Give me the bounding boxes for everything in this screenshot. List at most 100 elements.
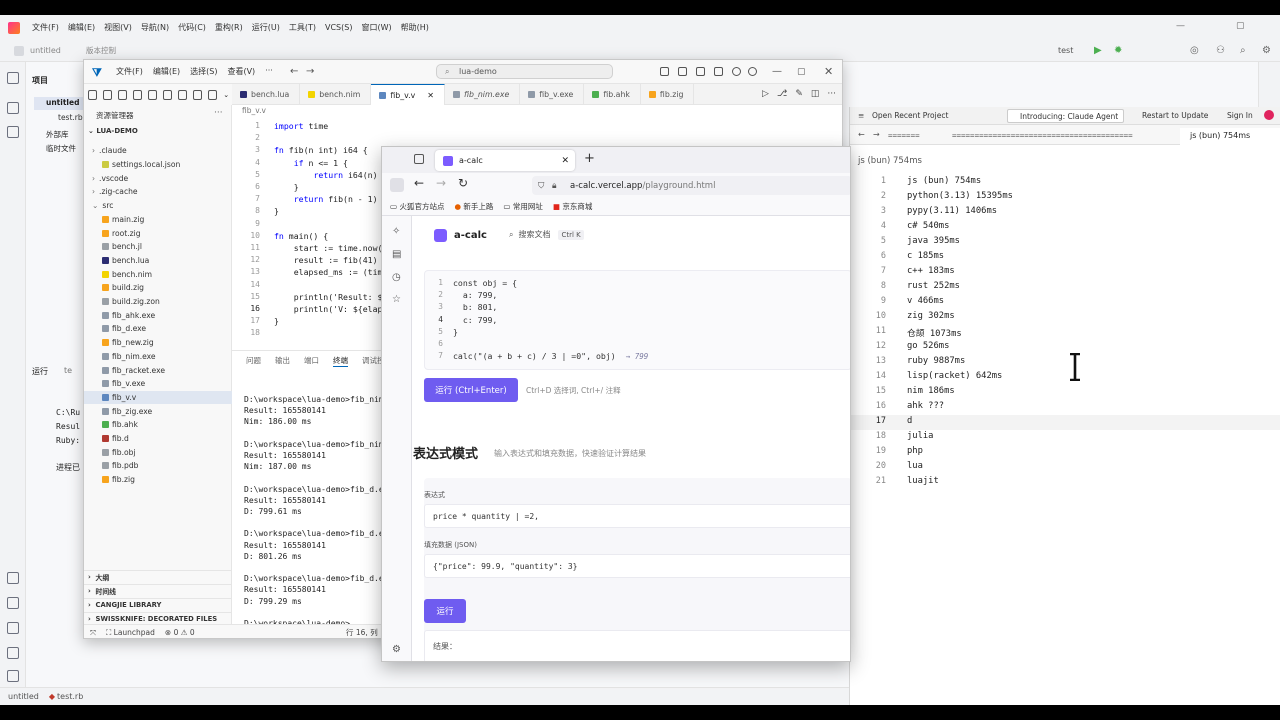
settings-icon[interactable]: ⚙ <box>392 644 401 655</box>
ide-menu-item[interactable]: 导航(N) <box>141 23 169 32</box>
file-tree-item[interactable]: fib_zig.exe <box>84 404 232 418</box>
testing-icon[interactable] <box>193 89 203 100</box>
back-icon[interactable]: ← <box>858 130 865 139</box>
file-tree-item[interactable]: fib_v.exe <box>84 377 232 391</box>
terminal-tool-icon[interactable] <box>7 622 19 634</box>
outline-section[interactable]: › 大纲 <box>84 570 232 584</box>
file-tree-item[interactable]: fib_new.zig <box>84 336 232 350</box>
file-tree-item[interactable]: bench.jl <box>84 240 232 254</box>
search-icon[interactable]: ⌕ <box>1240 45 1246 56</box>
tab-3-active[interactable]: js (bun) 754ms <box>1180 128 1280 145</box>
command-center-search[interactable]: ⌕ lua-demo <box>436 64 613 79</box>
vscode-menu-item[interactable]: 查看(V) <box>227 66 255 77</box>
file-tree-item[interactable]: fib.zig <box>84 473 232 487</box>
run-debug-icon[interactable] <box>148 89 158 100</box>
editor-tab[interactable]: fib_v.exe <box>520 84 585 105</box>
maximize-icon[interactable]: ▢ <box>797 67 806 77</box>
panel-tab[interactable]: 输出 <box>275 355 290 367</box>
vscode-menu-item[interactable]: 文件(F) <box>116 66 143 77</box>
ai-sparkle-icon[interactable]: ✧ <box>392 226 400 237</box>
maximize-icon[interactable]: ▢ <box>1236 21 1245 31</box>
tab-2[interactable]: ======================================== <box>952 131 1167 140</box>
file-tree-item[interactable]: settings.local.json <box>84 158 232 172</box>
run-expression-button[interactable]: 运行 <box>424 599 466 623</box>
tree-item-external-libs[interactable]: 外部库 <box>46 129 69 140</box>
panel-tab[interactable]: 问题 <box>246 355 261 367</box>
ide-menu-item[interactable]: 代码(C) <box>178 23 206 32</box>
split-editor-icon[interactable]: ◫ <box>811 89 820 99</box>
new-tab-icon[interactable]: + <box>584 151 595 166</box>
run-config[interactable]: test <box>1058 46 1073 55</box>
ide-menu-item[interactable]: 文件(F) <box>32 23 59 32</box>
ide-menu-item[interactable]: 视图(V) <box>104 23 132 32</box>
file-tree-item[interactable]: root.zig <box>84 226 232 240</box>
services-tool-icon[interactable] <box>7 597 19 609</box>
vcs-tool-icon[interactable] <box>7 670 19 682</box>
layout-custom-icon[interactable] <box>714 67 723 76</box>
vscode-menu-item[interactable]: ··· <box>265 66 273 77</box>
layout-sidebar-icon[interactable] <box>660 67 669 76</box>
editor-tab[interactable]: fib_v.v ✕ <box>371 84 445 105</box>
commit-tool-icon[interactable] <box>7 126 19 138</box>
tree-item-untitled[interactable]: untitled <box>46 98 79 107</box>
status-project[interactable]: untitled <box>8 692 39 701</box>
editor-tab[interactable]: bench.nim <box>300 84 372 105</box>
back-icon[interactable]: ← <box>290 66 298 77</box>
search-icon[interactable] <box>118 89 128 100</box>
playground-code-editor[interactable]: 1 const obj = {2 a: 799, 3 b: 801, 4 c: 799… <box>424 270 850 370</box>
layout-secondary-icon[interactable] <box>696 67 705 76</box>
editor-tab[interactable]: fib.ahk <box>584 84 641 105</box>
tabs-icon[interactable]: ▤ <box>392 249 401 260</box>
file-tree-item[interactable]: build.zig.zon <box>84 295 232 309</box>
run-tool-icon[interactable] <box>7 572 19 584</box>
project-tool-icon[interactable] <box>7 72 19 84</box>
run-code-button[interactable]: 运行 (Ctrl+Enter) <box>424 378 518 402</box>
tree-item-test-rb[interactable]: test.rb <box>58 113 83 122</box>
close-icon[interactable]: ✕ <box>824 65 833 78</box>
problems-status[interactable]: ⊗ 0 ⚠ 0 <box>165 628 195 637</box>
extensions-icon[interactable] <box>163 89 173 100</box>
claude-notification[interactable]: Introducing: Claude Agent <box>1007 109 1124 123</box>
fill-data-input[interactable]: {"price": 99.9, "quantity": 3} <box>424 554 850 578</box>
ide-menu-item[interactable]: 窗口(W) <box>361 23 391 32</box>
file-tree-item[interactable]: fib_nim.exe <box>84 350 232 364</box>
file-tree-item[interactable]: › .zig-cache <box>84 185 232 199</box>
source-control-icon[interactable] <box>133 89 143 100</box>
shield-icon[interactable]: ⛉ <box>538 181 544 191</box>
ide-menu-item[interactable]: 重构(R) <box>215 23 243 32</box>
a-calc-brand[interactable]: a-calc <box>434 229 487 242</box>
remote-indicator-icon[interactable]: ⤧ <box>90 628 96 638</box>
close-icon[interactable]: ✕ <box>427 91 434 100</box>
ide-menu-item[interactable]: 编辑(E) <box>68 23 95 32</box>
forward-icon[interactable]: → <box>873 130 880 139</box>
vcs-widget[interactable]: 版本控制 <box>86 45 116 56</box>
close-tab-icon[interactable]: ✕ <box>561 156 569 166</box>
vscode-menu-item[interactable]: 选择(S) <box>190 66 217 77</box>
settings-icon[interactable]: ⚙ <box>1262 45 1271 56</box>
structure-tool-icon[interactable] <box>7 102 19 114</box>
file-tree-item[interactable]: fib.ahk <box>84 418 232 432</box>
avatar[interactable] <box>1264 110 1274 120</box>
minimize-icon[interactable]: — <box>1176 21 1185 31</box>
sign-in[interactable]: Sign In <box>1227 111 1253 120</box>
lock-icon[interactable]: 🔒︎ <box>552 181 557 191</box>
menu-icon[interactable]: ≡ <box>858 111 864 120</box>
bookmark-item[interactable]: ▭ 常用网址 <box>503 201 542 212</box>
file-tree-item[interactable]: bench.nim <box>84 267 232 281</box>
file-tree-item[interactable]: build.zig <box>84 281 232 295</box>
vscode-menu-item[interactable]: 编辑(E) <box>153 66 180 77</box>
file-tree-item[interactable]: fib_racket.exe <box>84 363 232 377</box>
workspace-root[interactable]: ⌄ LUA-DEMO <box>88 127 138 135</box>
tab-overview-icon[interactable] <box>414 154 424 164</box>
editor-breadcrumb[interactable]: fib_v.v <box>242 106 266 115</box>
gear-icon[interactable] <box>208 89 218 100</box>
more-actions-icon[interactable]: ··· <box>827 89 836 99</box>
more-actions-icon[interactable]: ··· <box>214 108 223 118</box>
settings-icon[interactable] <box>748 67 757 76</box>
tree-item-scratches[interactable]: 临时文件 <box>46 143 76 154</box>
file-tree-item[interactable]: › .vscode <box>84 171 232 185</box>
file-tree-item[interactable]: bench.lua <box>84 254 232 268</box>
browser-tab-a-calc[interactable]: a-calc ✕ <box>435 150 575 171</box>
ide-menu-item[interactable]: 工具(T) <box>289 23 316 32</box>
cursor-position[interactable]: 行 16, 列 <box>346 627 378 638</box>
